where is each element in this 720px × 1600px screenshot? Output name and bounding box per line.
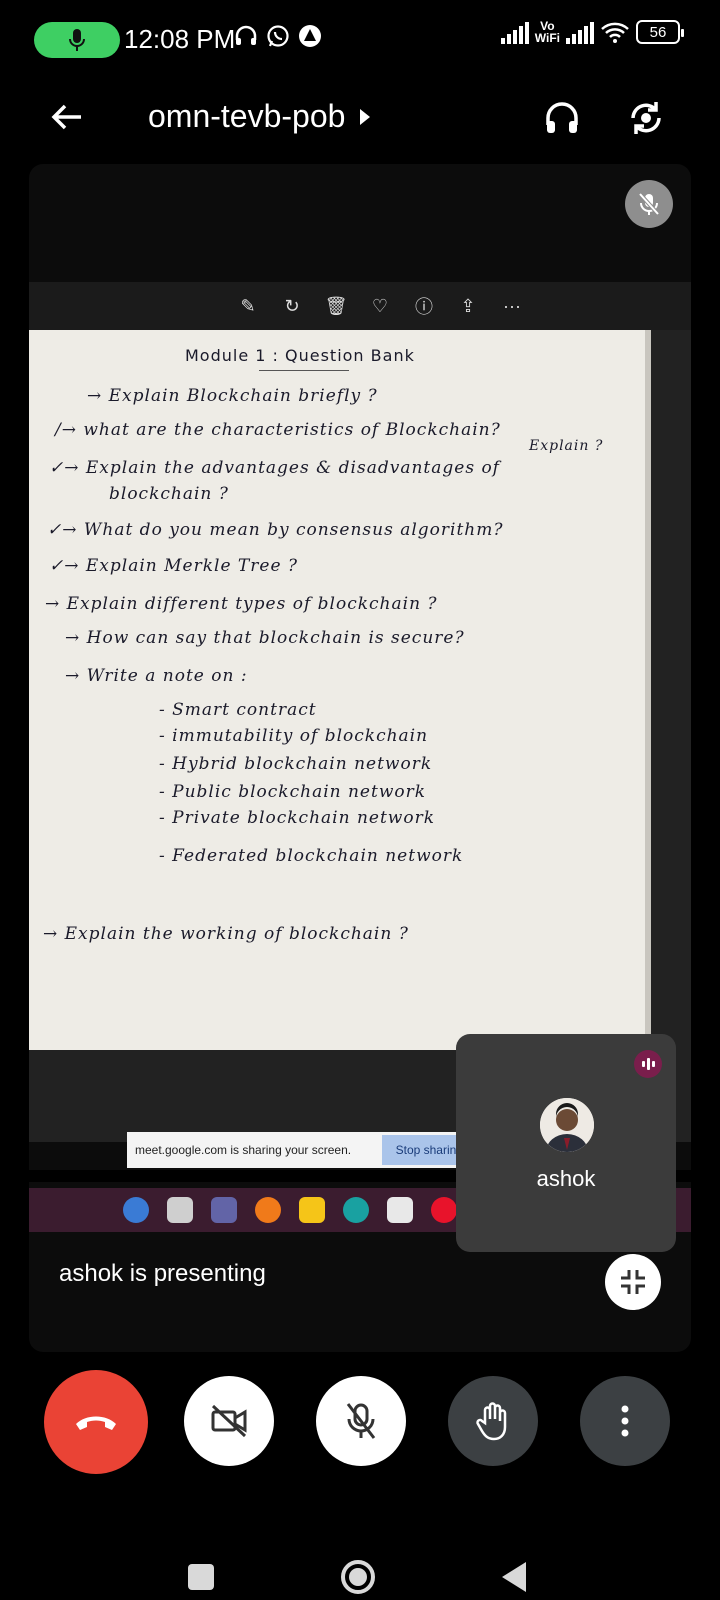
info-icon: ⓘ xyxy=(415,297,433,317)
back-nav-button[interactable] xyxy=(502,1562,526,1592)
hand-icon xyxy=(476,1402,507,1441)
question-line: - Hybrid blockchain network xyxy=(159,754,433,774)
question-line: - Private blockchain network xyxy=(159,808,436,828)
vowifi-label: Vo WiFi xyxy=(534,19,560,45)
collapse-icon xyxy=(621,1270,645,1294)
switch-camera-icon xyxy=(631,102,661,134)
question-line: → Explain different types of blockchain … xyxy=(45,594,438,614)
mic-in-use-indicator[interactable] xyxy=(34,22,120,58)
chevron-right-icon xyxy=(360,108,371,125)
question-line: ✓→ Explain Merkle Tree ? xyxy=(49,556,299,576)
question-line: - Smart contract xyxy=(159,700,317,720)
profile-photo-icon xyxy=(540,1098,594,1152)
alert-app-icon xyxy=(299,25,321,47)
switch-camera-button[interactable] xyxy=(618,90,674,146)
avatar xyxy=(540,1098,594,1152)
share-icon: ⇪ xyxy=(460,295,476,316)
taskbar-app-icon xyxy=(167,1197,193,1223)
presenter-muted-indicator xyxy=(625,180,673,228)
question-line: → Write a note on : xyxy=(65,666,248,686)
question-line: ✓→ What do you mean by consensus algorit… xyxy=(47,520,504,540)
system-navigation-bar xyxy=(0,1540,720,1600)
more-options-button[interactable] xyxy=(580,1376,670,1466)
image-viewer-toolbar: ✎ ↻ 🗑 ♡ ⓘ ⇪ ··· xyxy=(29,282,691,330)
camera-off-icon xyxy=(211,1404,247,1438)
microphone-toggle-button[interactable] xyxy=(316,1376,406,1466)
question-line: → How can say that blockchain is secure? xyxy=(65,628,465,648)
notification-icons xyxy=(234,24,322,48)
more-vertical-icon xyxy=(621,1405,629,1437)
audio-output-button[interactable] xyxy=(534,90,590,146)
taskbar-app-icon xyxy=(299,1197,325,1223)
microphone-icon xyxy=(69,29,85,51)
delete-icon: 🗑 xyxy=(324,295,348,316)
heart-icon: ♡ xyxy=(371,295,389,316)
speaking-indicator xyxy=(634,1050,662,1078)
question-bank-page: Module 1 : Question Bank → Explain Block… xyxy=(29,330,651,1050)
raise-hand-button[interactable] xyxy=(448,1376,538,1466)
question-line: ✓→ Explain the advantages & disadvantage… xyxy=(49,458,500,478)
meeting-code: omn-tevb-pob xyxy=(148,98,346,134)
system-status-icons: Vo WiFi 56 xyxy=(500,19,684,45)
mic-off-icon xyxy=(638,192,660,216)
home-button[interactable] xyxy=(341,1560,375,1594)
recent-apps-button[interactable] xyxy=(188,1564,214,1590)
call-controls xyxy=(0,1370,720,1476)
presenting-label: ashok is presenting xyxy=(59,1260,266,1287)
signal-strength-icon xyxy=(500,20,529,44)
page-title: Module 1 : Question Bank xyxy=(185,346,415,365)
back-button[interactable] xyxy=(42,92,92,142)
edit-icon: ✎ xyxy=(240,295,256,316)
meeting-header: omn-tevb-pob xyxy=(0,80,720,152)
rotate-icon: ↻ xyxy=(284,295,300,316)
taskbar-app-icon xyxy=(431,1197,457,1223)
whatsapp-icon xyxy=(267,25,289,47)
headphones-notification-icon xyxy=(235,25,257,45)
title-underline xyxy=(259,370,349,371)
end-call-button[interactable] xyxy=(44,1370,148,1474)
question-line: → Explain Blockchain briefly ? xyxy=(87,386,378,406)
status-bar: 12:08 PM Vo WiFi 56 xyxy=(0,0,720,70)
meeting-code-button[interactable]: omn-tevb-pob xyxy=(148,98,371,135)
more-horizontal-icon: ··· xyxy=(503,295,521,316)
headphones-icon xyxy=(546,102,578,133)
question-line: - Federated blockchain network xyxy=(159,846,464,866)
camera-toggle-button[interactable] xyxy=(184,1376,274,1466)
screen-share-banner: meet.google.com is sharing your screen. … xyxy=(127,1132,477,1168)
question-line: - immutability of blockchain xyxy=(159,726,429,746)
self-name: ashok xyxy=(536,1166,596,1191)
battery-indicator: 56 xyxy=(636,20,684,44)
self-view-tile[interactable]: ashok xyxy=(456,1034,676,1252)
question-line: blockchain ? xyxy=(109,484,229,504)
taskbar-app-icon xyxy=(343,1197,369,1223)
taskbar-app-icon xyxy=(211,1197,237,1223)
question-line: - Public blockchain network xyxy=(159,782,427,802)
taskbar-app-icon xyxy=(387,1197,413,1223)
home-icon xyxy=(349,1568,367,1586)
taskbar-app-icon xyxy=(255,1197,281,1223)
status-time: 12:08 PM xyxy=(124,24,236,54)
hang-up-icon xyxy=(76,1416,116,1430)
share-banner-text: meet.google.com is sharing your screen. xyxy=(135,1143,352,1157)
question-line: Explain ? xyxy=(529,438,604,454)
mic-off-icon xyxy=(346,1403,376,1439)
question-line: /→ what are the characteristics of Block… xyxy=(55,420,501,440)
exit-fullscreen-button[interactable] xyxy=(605,1254,661,1310)
signal-strength-icon-2 xyxy=(566,20,594,44)
wifi-icon xyxy=(601,22,629,43)
shared-screen: ✎ ↻ 🗑 ♡ ⓘ ⇪ ··· Module 1 : Question Bank… xyxy=(29,282,691,1232)
back-arrow-icon xyxy=(51,104,81,130)
taskbar-app-icon xyxy=(123,1197,149,1223)
question-line: → Explain the working of blockchain ? xyxy=(43,924,409,944)
